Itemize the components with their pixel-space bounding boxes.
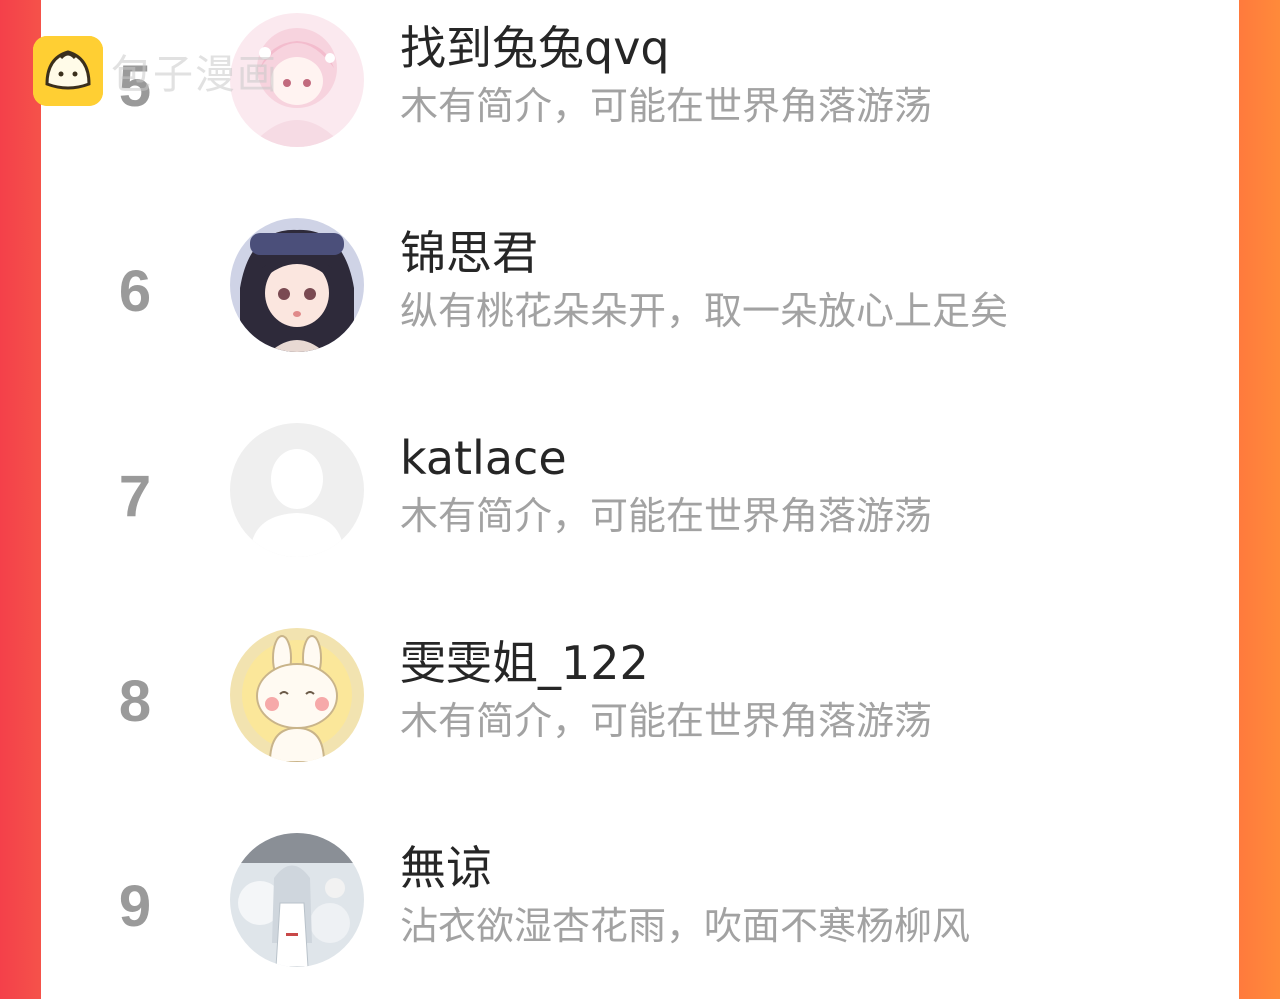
bun-logo-icon	[33, 36, 103, 106]
user-avatar[interactable]	[230, 833, 364, 967]
rank-number: 7	[118, 464, 152, 529]
user-name[interactable]: 锦思君	[400, 230, 538, 276]
user-avatar[interactable]	[230, 218, 364, 352]
user-bio: 纵有桃花朵朵开，取一朵放心上足矣	[400, 289, 1009, 333]
rank-number: 9	[118, 874, 152, 939]
user-bio: 木有简介，可能在世界角落游荡	[400, 699, 933, 743]
watermark-text: 包子漫画	[111, 52, 279, 98]
watermark: 包子漫画	[33, 36, 279, 106]
anime-scene-avatar-icon	[230, 833, 364, 967]
user-name[interactable]: katlace	[400, 435, 567, 481]
list-item[interactable]: 8 雯雯姐_122 木有简介，可能在世界角落游荡	[41, 620, 1239, 770]
leaderboard-card: 5 找到兔兔qvq 木有简介，可能在世界角落游荡 6 锦思君 纵有桃花朵朵开，取…	[41, 0, 1239, 999]
user-avatar[interactable]	[230, 628, 364, 762]
rank-number: 6	[118, 259, 152, 324]
anime-girl-dark-hair-avatar-icon	[230, 218, 364, 352]
list-item[interactable]: 7 katlace 木有简介，可能在世界角落游荡	[41, 415, 1239, 565]
user-bio: 木有简介，可能在世界角落游荡	[400, 494, 933, 538]
user-name[interactable]: 找到兔兔qvq	[400, 25, 670, 71]
user-bio: 木有简介，可能在世界角落游荡	[400, 84, 933, 128]
rank-number: 8	[118, 669, 152, 734]
user-name[interactable]: 無谅	[400, 845, 492, 891]
user-name[interactable]: 雯雯姐_122	[400, 640, 649, 686]
default-user-avatar-icon	[230, 423, 364, 557]
user-bio: 沾衣欲湿杏花雨，吹面不寒杨柳风	[400, 904, 971, 948]
list-item[interactable]: 9 無谅 沾衣欲湿杏花雨，吹面不寒杨柳风	[41, 825, 1239, 975]
user-avatar[interactable]	[230, 423, 364, 557]
list-item[interactable]: 6 锦思君 纵有桃花朵朵开，取一朵放心上足矣	[41, 210, 1239, 360]
bunny-avatar-icon	[230, 628, 364, 762]
